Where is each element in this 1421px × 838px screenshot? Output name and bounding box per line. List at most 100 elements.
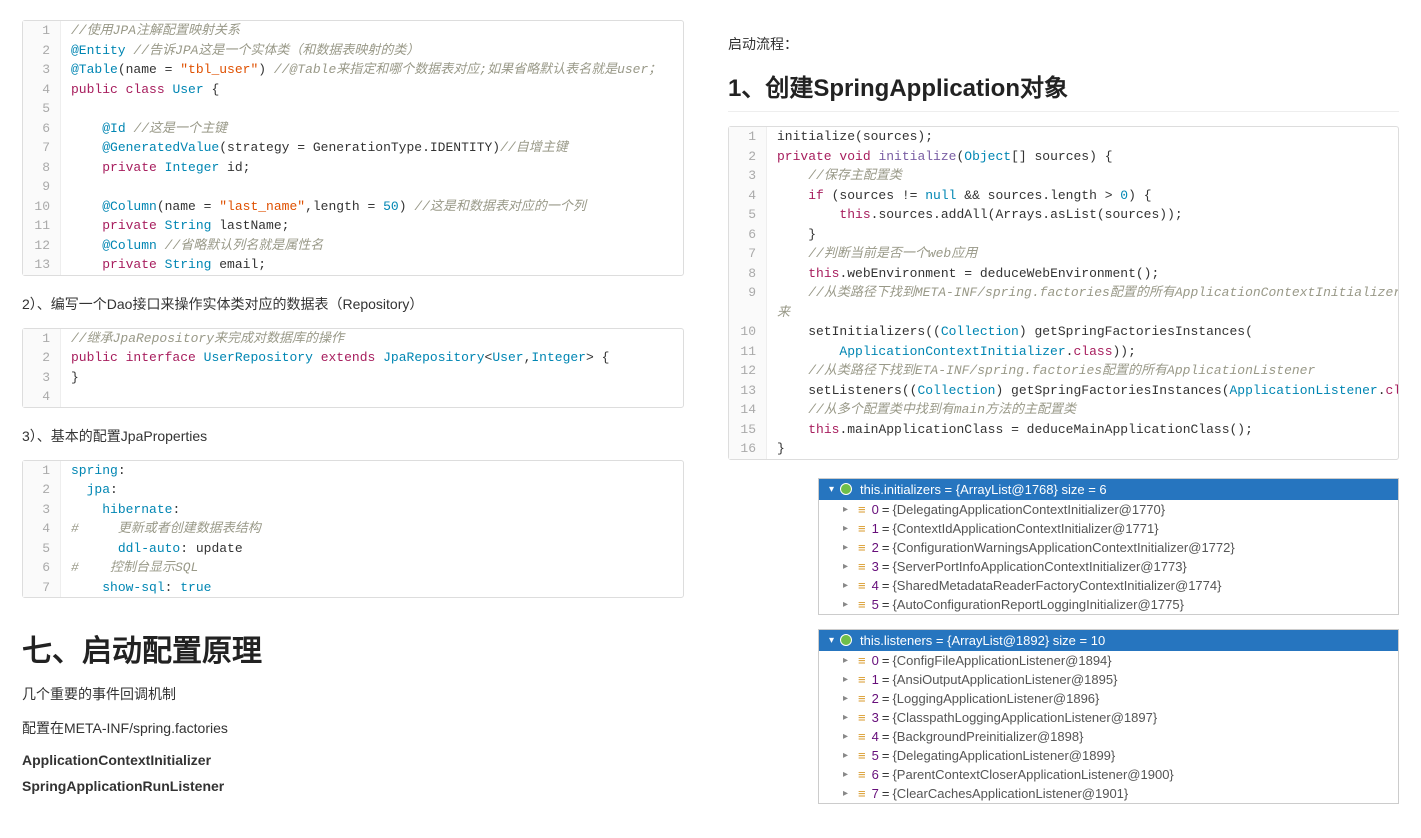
debug-row[interactable]: ▸≡1 = {AnsiOutputApplicationListener@189… — [819, 670, 1398, 689]
debug-index: 3 — [872, 710, 879, 725]
debug-value: {DelegatingApplicationContextInitializer… — [892, 502, 1165, 517]
debug-row[interactable]: ▸≡0 = {ConfigFileApplicationListener@189… — [819, 651, 1398, 670]
line-code: ApplicationContextInitializer.class)); — [767, 342, 1398, 362]
debug-row[interactable]: ▸≡2 = {ConfigurationWarningsApplicationC… — [819, 538, 1398, 557]
line-code: } — [767, 439, 1398, 459]
debug-row[interactable]: ▸≡3 = {ClasspathLoggingApplicationListen… — [819, 708, 1398, 727]
debug-row[interactable]: ▸≡1 = {ContextIdApplicationContextInitia… — [819, 519, 1398, 538]
line-number: 13 — [23, 255, 61, 275]
debug-header[interactable]: ▾this.initializers = {ArrayList@1768} si… — [819, 479, 1398, 500]
line-code: @Id //这是一个主键 — [61, 119, 683, 139]
line-number: 4 — [23, 519, 61, 539]
line-code: //判断当前是否一个web应用 — [767, 244, 1398, 264]
debug-index: 1 — [872, 521, 879, 536]
paragraph-dao: 2）、编写一个Dao接口来操作实体类对应的数据表（Repository） — [22, 294, 684, 314]
label-runlistener: SpringApplicationRunListener — [22, 778, 684, 794]
code-line: 2@Entity //告诉JPA这是一个实体类（和数据表映射的类） — [23, 41, 683, 61]
debug-index: 4 — [872, 729, 879, 744]
code-line: 5 this.sources.addAll(Arrays.asList(sour… — [729, 205, 1398, 225]
code-line: 10 setInitializers((Collection) getSprin… — [729, 322, 1398, 342]
line-number: 9 — [23, 177, 61, 197]
line-number: 3 — [23, 60, 61, 80]
debug-value: {ServerPortInfoApplicationContextInitial… — [892, 559, 1186, 574]
line-code — [61, 177, 683, 197]
chevron-right-icon: ▸ — [843, 599, 848, 610]
line-code: private String lastName; — [61, 216, 683, 236]
debug-row[interactable]: ▸≡0 = {DelegatingApplicationContextIniti… — [819, 500, 1398, 519]
debug-index: 7 — [872, 786, 879, 801]
code-line: 13 private String email; — [23, 255, 683, 275]
line-number: 4 — [23, 80, 61, 100]
debug-header-text: this.listeners = {ArrayList@1892} size =… — [860, 633, 1105, 648]
line-number: 2 — [23, 348, 61, 368]
line-number: 7 — [729, 244, 767, 264]
chevron-right-icon: ▸ — [843, 769, 848, 780]
debug-header[interactable]: ▾this.listeners = {ArrayList@1892} size … — [819, 630, 1398, 651]
chevron-right-icon: ▸ — [843, 655, 848, 666]
chevron-right-icon: ▸ — [843, 788, 848, 799]
chevron-right-icon: ▸ — [843, 580, 848, 591]
line-number: 5 — [729, 205, 767, 225]
code-block-initialize: 1initialize(sources);2private void initi… — [728, 126, 1399, 460]
line-number: 15 — [729, 420, 767, 440]
debug-value: {AnsiOutputApplicationListener@1895} — [892, 672, 1117, 687]
line-code: jpa: — [61, 480, 683, 500]
line-number: 6 — [23, 558, 61, 578]
line-code: //使用JPA注解配置映射关系 — [61, 21, 683, 41]
line-code: show-sql: true — [61, 578, 683, 598]
debug-row[interactable]: ▸≡6 = {ParentContextCloserApplicationLis… — [819, 765, 1398, 784]
debug-value: {ClearCachesApplicationListener@1901} — [892, 786, 1128, 801]
line-code: this.webEnvironment = deduceWebEnvironme… — [767, 264, 1398, 284]
debug-row[interactable]: ▸≡7 = {ClearCachesApplicationListener@19… — [819, 784, 1398, 803]
code-line: 6 @Id //这是一个主键 — [23, 119, 683, 139]
debug-row[interactable]: ▸≡2 = {LoggingApplicationListener@1896} — [819, 689, 1398, 708]
debug-index: 5 — [872, 748, 879, 763]
debug-row[interactable]: ▸≡5 = {DelegatingApplicationListener@189… — [819, 746, 1398, 765]
line-number: 1 — [23, 21, 61, 41]
heading-startup: 七、启动配置原理 — [22, 626, 684, 670]
debug-row[interactable]: ▸≡4 = {BackgroundPreinitializer@1898} — [819, 727, 1398, 746]
code-line: 6# 控制台显示SQL — [23, 558, 683, 578]
line-code: this.sources.addAll(Arrays.asList(source… — [767, 205, 1398, 225]
line-number: 10 — [729, 322, 767, 342]
line-number: 2 — [729, 147, 767, 167]
code-line: 5 ddl-auto: update — [23, 539, 683, 559]
heading-create-app: 1、创建SpringApplication对象 — [728, 68, 1399, 112]
paragraph-factories: 配置在META-INF/spring.factories — [22, 718, 684, 738]
line-number: 5 — [23, 539, 61, 559]
line-code: //保存主配置类 — [767, 166, 1398, 186]
line-code: //继承JpaRepository来完成对数据库的操作 — [61, 329, 683, 349]
chevron-right-icon: ▸ — [843, 750, 848, 761]
debugger-listeners: ▾this.listeners = {ArrayList@1892} size … — [818, 629, 1399, 804]
code-line: 7 //判断当前是否一个web应用 — [729, 244, 1398, 264]
debug-row[interactable]: ▸≡3 = {ServerPortInfoApplicationContextI… — [819, 557, 1398, 576]
code-line: 4 if (sources != null && sources.length … — [729, 186, 1398, 206]
code-line: 3 hibernate: — [23, 500, 683, 520]
code-line: 8 this.webEnvironment = deduceWebEnviron… — [729, 264, 1398, 284]
debug-value: {DelegatingApplicationListener@1899} — [892, 748, 1115, 763]
debug-row[interactable]: ▸≡4 = {SharedMetadataReaderFactoryContex… — [819, 576, 1398, 595]
line-number: 6 — [729, 225, 767, 245]
debug-row[interactable]: ▸≡5 = {AutoConfigurationReportLoggingIni… — [819, 595, 1398, 614]
code-block-yaml: 1spring:2 jpa:3 hibernate:4# 更新或者创建数据表结构… — [22, 460, 684, 599]
line-number: 1 — [729, 127, 767, 147]
debug-value: {AutoConfigurationReportLoggingInitializ… — [892, 597, 1183, 612]
code-line: 1//继承JpaRepository来完成对数据库的操作 — [23, 329, 683, 349]
line-number: 8 — [729, 264, 767, 284]
code-line: 8 private Integer id; — [23, 158, 683, 178]
right-column: 启动流程： 1、创建SpringApplication对象 1initializ… — [706, 0, 1421, 838]
code-line: 5 — [23, 99, 683, 119]
debug-value: {BackgroundPreinitializer@1898} — [892, 729, 1083, 744]
array-element-icon: ≡ — [858, 597, 864, 612]
array-element-icon: ≡ — [858, 710, 864, 725]
array-element-icon: ≡ — [858, 672, 864, 687]
debug-index: 2 — [872, 540, 879, 555]
array-element-icon: ≡ — [858, 767, 864, 782]
line-code: # 控制台显示SQL — [61, 558, 683, 578]
array-element-icon: ≡ — [858, 653, 864, 668]
line-number: 2 — [23, 41, 61, 61]
line-number: 14 — [729, 400, 767, 420]
line-code: this.mainApplicationClass = deduceMainAp… — [767, 420, 1398, 440]
line-code: } — [61, 368, 683, 388]
line-number: 12 — [23, 236, 61, 256]
